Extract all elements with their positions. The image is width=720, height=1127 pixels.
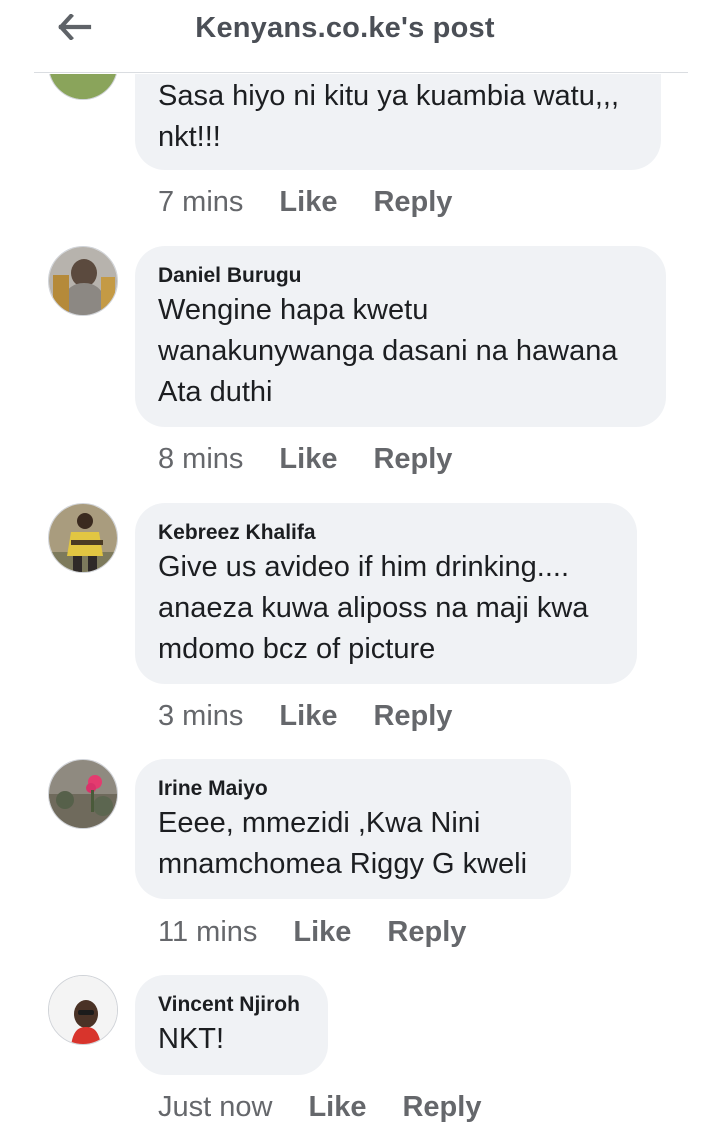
post-header: Kenyans.co.ke's post xyxy=(0,0,720,74)
comment-actions: 3 mins Like Reply xyxy=(158,696,488,736)
comment-text: Wengine hapa kwetu wanakunywanga dasani … xyxy=(158,294,618,408)
like-button[interactable]: Like xyxy=(279,186,337,219)
reply-button[interactable]: Reply xyxy=(402,1091,481,1124)
like-button[interactable]: Like xyxy=(279,443,337,476)
avatar[interactable] xyxy=(48,246,118,316)
page-title: Kenyans.co.ke's post xyxy=(195,12,495,44)
comment-time[interactable]: 3 mins xyxy=(158,700,243,733)
comment-text: Give us avideo if him drinking.... anaez… xyxy=(158,551,589,665)
reply-button[interactable]: Reply xyxy=(387,916,466,949)
comment-actions: Just now Like Reply xyxy=(158,1087,517,1127)
comment-author[interactable]: Daniel Burugu xyxy=(158,264,302,288)
comment-time[interactable]: 7 mins xyxy=(158,186,243,219)
comment-time[interactable]: Just now xyxy=(158,1091,272,1124)
header-divider xyxy=(34,72,688,73)
comment-author[interactable]: Irine Maiyo xyxy=(158,777,268,801)
avatar[interactable] xyxy=(48,503,118,573)
comment-bubble: Vincent Njiroh NKT! xyxy=(135,975,328,1075)
comment-actions: 11 mins Like Reply xyxy=(158,912,502,952)
comment-bubble: Daniel Burugu Wengine hapa kwetu wanakun… xyxy=(135,246,666,427)
comment-time[interactable]: 8 mins xyxy=(158,443,243,476)
comment-actions: 7 mins Like Reply xyxy=(158,182,488,222)
comment-actions: 8 mins Like Reply xyxy=(158,439,488,479)
avatar[interactable] xyxy=(48,759,118,829)
comment-bubble: Kebreez Khalifa Give us avideo if him dr… xyxy=(135,503,637,684)
like-button[interactable]: Like xyxy=(308,1091,366,1124)
comment-author[interactable]: Kebreez Khalifa xyxy=(158,521,316,545)
comment-bubble: Irine Maiyo Eeee, mmezidi ,Kwa Nini mnam… xyxy=(135,759,571,899)
like-button[interactable]: Like xyxy=(279,700,337,733)
reply-button[interactable]: Reply xyxy=(373,700,452,733)
comment-author[interactable]: Vincent Njiroh xyxy=(158,993,300,1017)
avatar[interactable] xyxy=(48,975,118,1045)
comment-text: NKT! xyxy=(158,1023,225,1055)
reply-button[interactable]: Reply xyxy=(373,186,452,219)
comment-text: Eeee, mmezidi ,Kwa Nini mnamchomea Riggy… xyxy=(158,807,528,880)
like-button[interactable]: Like xyxy=(293,916,351,949)
comment-text: Sasa hiyo ni kitu ya kuambia watu,,, nkt… xyxy=(158,80,620,153)
reply-button[interactable]: Reply xyxy=(373,443,452,476)
comment-time[interactable]: 11 mins xyxy=(158,916,257,949)
